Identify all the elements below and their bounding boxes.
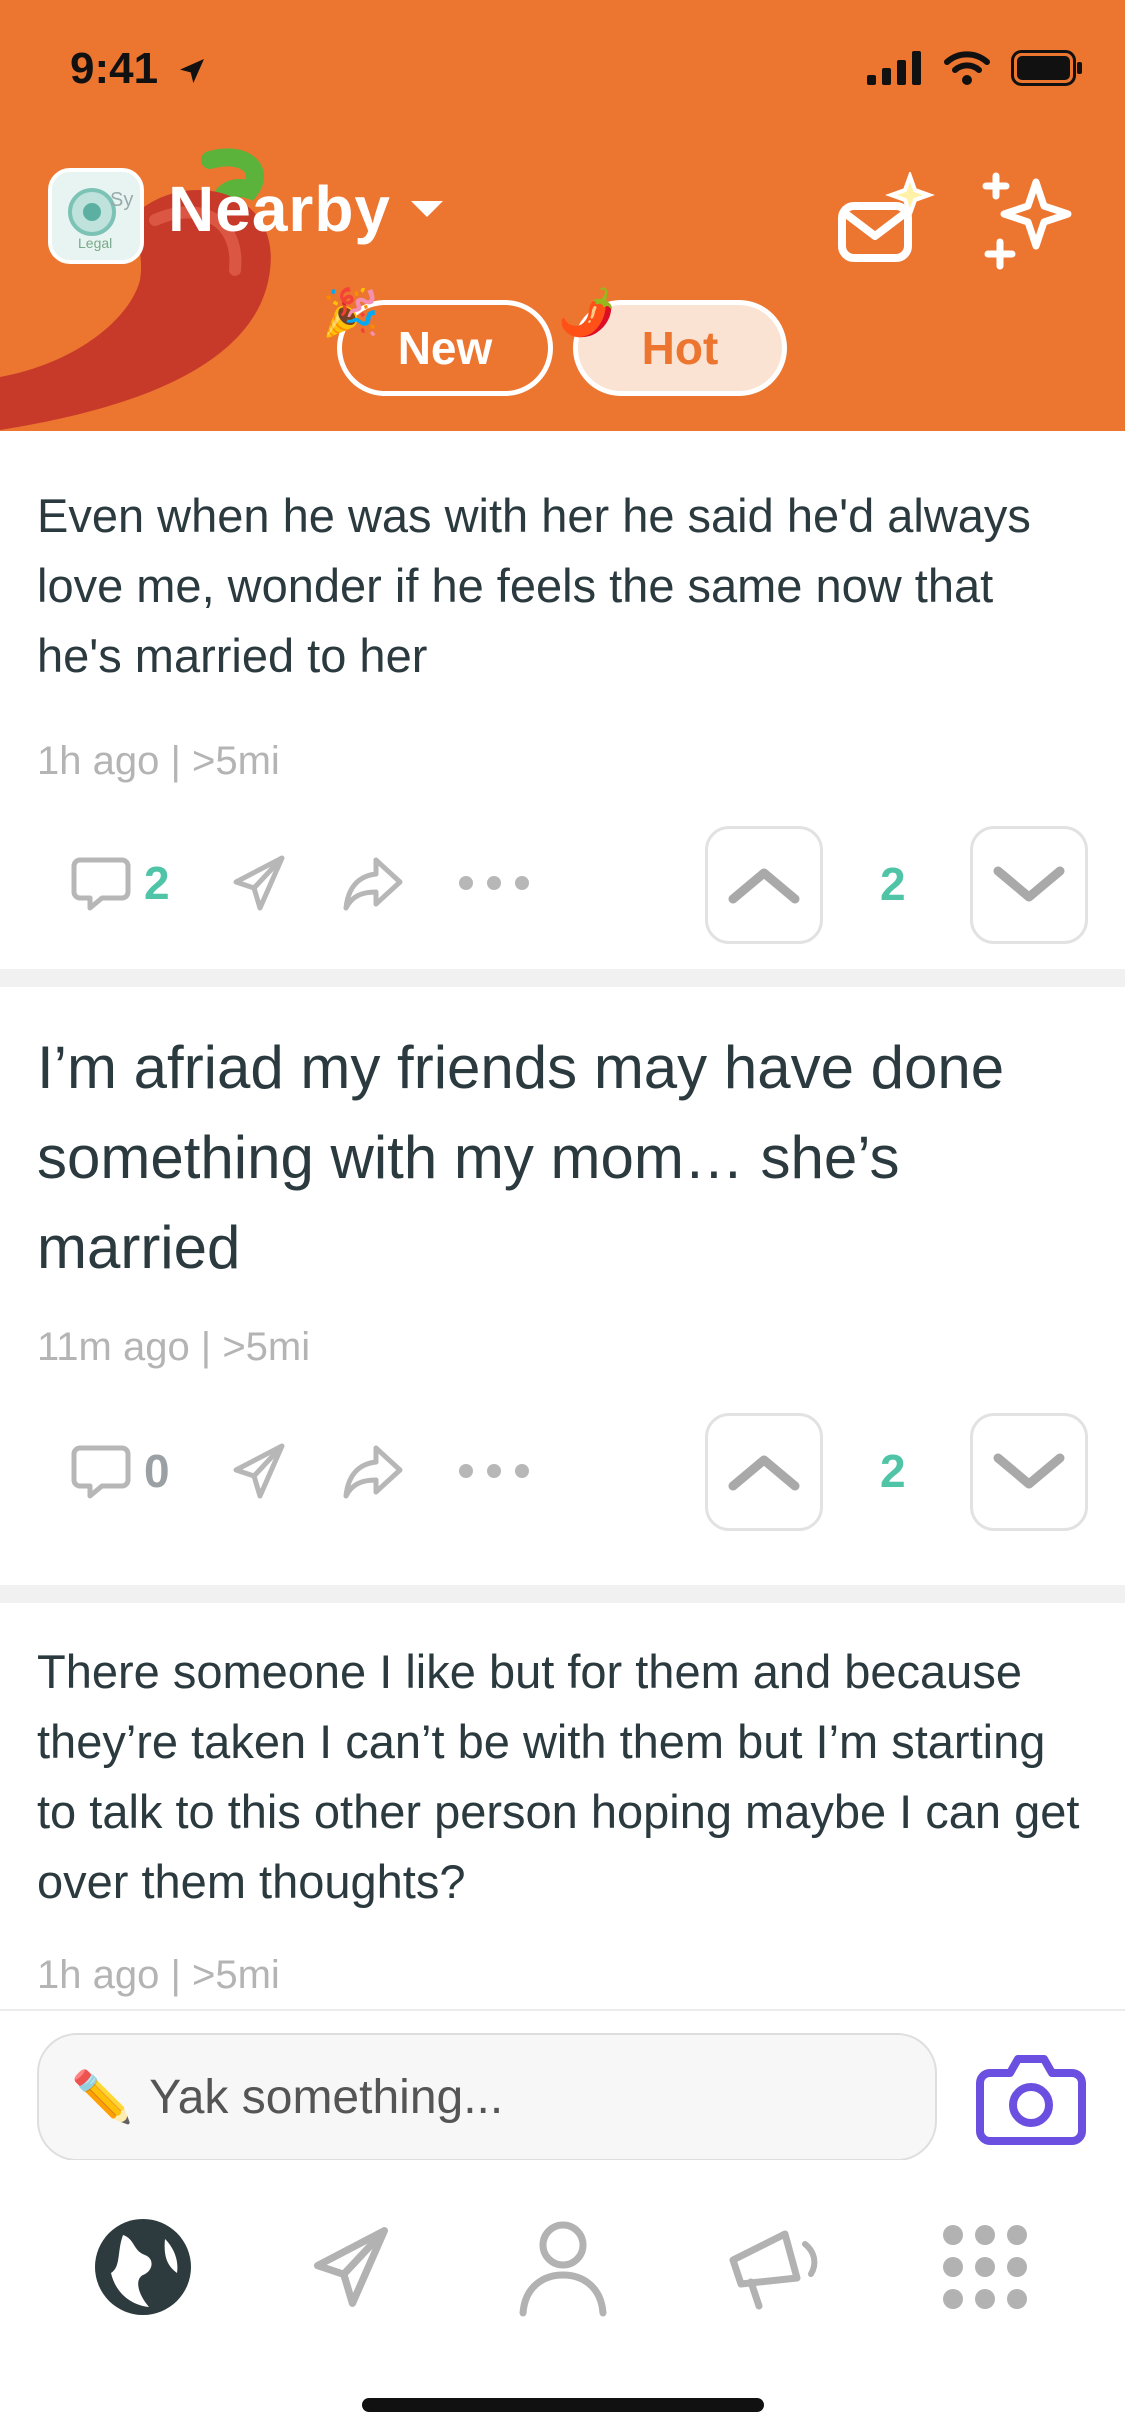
chevron-up-icon — [728, 868, 800, 904]
mail-sparkle-icon[interactable] — [836, 172, 936, 272]
tab-more[interactable] — [930, 2212, 1040, 2322]
upvote-button[interactable] — [705, 826, 823, 944]
post-card[interactable]: I’m afriad my friends may have done some… — [0, 987, 1125, 1585]
chevron-down-icon — [993, 866, 1065, 902]
upvote-button[interactable] — [705, 1413, 823, 1531]
send-icon — [313, 2227, 389, 2307]
location-label: Nearby — [168, 173, 391, 245]
share-arrow-icon — [343, 1445, 403, 1499]
globe-icon — [95, 2219, 191, 2315]
community-avatar[interactable]: Sy Legal — [48, 168, 144, 264]
post-separator — [0, 1585, 1125, 1603]
grid-icon — [943, 2225, 1027, 2309]
post-actions: 2 — [70, 823, 532, 943]
send-icon — [233, 855, 285, 911]
chevron-down-icon — [411, 201, 443, 217]
tab-new[interactable]: 🎉 New — [322, 286, 553, 396]
yak-input[interactable]: ✏️ Yak something... — [37, 2033, 937, 2161]
yak-input-placeholder: Yak something... — [149, 2070, 504, 2124]
tab-hot[interactable]: 🌶️ Hot — [558, 286, 787, 396]
camera-icon[interactable] — [976, 2047, 1086, 2147]
more-options-button[interactable] — [456, 873, 532, 893]
post-card[interactable]: Even when he was with her he said he'd a… — [0, 431, 1125, 969]
post-card[interactable]: There someone I like but for them and be… — [0, 1603, 1125, 2009]
tab-new-label: New — [397, 322, 493, 374]
wifi-icon — [944, 51, 990, 85]
post-text: There someone I like but for them and be… — [37, 1645, 1080, 1908]
send-icon — [233, 1443, 285, 1499]
home-indicator[interactable] — [362, 2398, 764, 2412]
location-arrow-icon — [180, 59, 205, 84]
tab-messages[interactable] — [296, 2212, 406, 2322]
tab-home[interactable] — [88, 2212, 198, 2322]
comment-count: 2 — [144, 857, 170, 909]
post-meta: 1h ago | >5mi — [37, 739, 280, 783]
share-button[interactable] — [340, 852, 406, 914]
share-dm-button[interactable] — [228, 852, 290, 914]
tab-hot-label: Hot — [641, 322, 719, 374]
more-options-button[interactable] — [456, 1461, 532, 1481]
comment-button[interactable]: 0 — [70, 1440, 170, 1502]
status-indicators — [867, 50, 1083, 86]
feed-tabs: 🎉 New 🌶️ Hot — [322, 286, 787, 396]
comment-icon — [71, 857, 131, 911]
share-button[interactable] — [340, 1440, 406, 1502]
post-actions: 0 — [70, 1411, 532, 1531]
megaphone-icon — [729, 2230, 818, 2310]
post-meta: 1h ago | >5mi — [37, 1953, 280, 1997]
tab-profile[interactable] — [508, 2212, 618, 2322]
ellipsis-icon — [458, 1464, 529, 1478]
share-arrow-icon — [343, 857, 403, 911]
vote-count: 2 — [880, 1445, 906, 1497]
share-dm-button[interactable] — [228, 1440, 290, 1502]
feed[interactable]: Even when he was with her he said he'd a… — [0, 431, 1125, 2009]
bottom-tab-bar — [0, 2160, 1125, 2436]
post-text: Even when he was with her he said he'd a… — [37, 489, 1031, 682]
comment-count: 0 — [144, 1445, 170, 1497]
chevron-down-icon — [993, 1453, 1065, 1489]
svg-text:Sy: Sy — [110, 189, 133, 211]
tab-notifications[interactable] — [720, 2212, 830, 2322]
downvote-button[interactable] — [970, 826, 1088, 944]
header: 9:41 Sy Legal Nearby 🎉 New 🌶️ Hot — [0, 0, 1125, 431]
comment-icon — [71, 1445, 131, 1499]
post-meta: 11m ago | >5mi — [37, 1325, 311, 1369]
vote-count: 2 — [880, 858, 906, 910]
post-separator — [0, 969, 1125, 987]
ellipsis-icon — [458, 876, 529, 890]
post-text: I’m afriad my friends may have done some… — [37, 1034, 1005, 1281]
status-time: 9:41 — [70, 44, 208, 94]
chevron-up-icon — [728, 1455, 800, 1491]
comment-button[interactable]: 2 — [70, 852, 170, 914]
avatar-logo-icon: Sy Legal — [52, 172, 140, 260]
cellular-signal-icon — [867, 51, 921, 85]
sparkles-icon[interactable] — [978, 172, 1078, 272]
composer-bar: ✏️ Yak something... — [0, 2009, 1125, 2161]
pencil-icon: ✏️ — [71, 2068, 134, 2125]
downvote-button[interactable] — [970, 1413, 1088, 1531]
profile-icon — [519, 2221, 607, 2317]
svg-text:Legal: Legal — [78, 235, 112, 251]
party-popper-icon: 🎉 — [322, 286, 380, 338]
location-selector[interactable]: Nearby — [168, 172, 447, 246]
hot-pepper-icon: 🌶️ — [558, 286, 616, 338]
battery-icon — [1011, 50, 1082, 86]
